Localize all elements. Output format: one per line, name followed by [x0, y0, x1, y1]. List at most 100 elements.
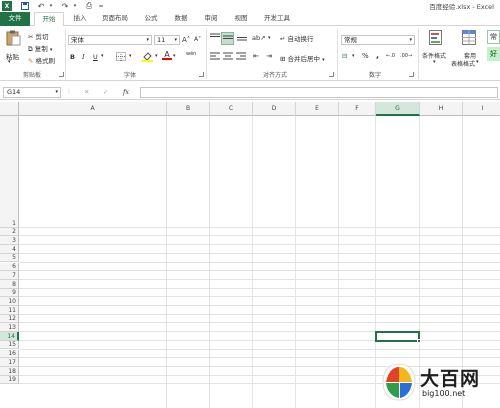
font-size-select[interactable]: 11 ▾ [154, 35, 180, 45]
column-header[interactable]: C [210, 102, 253, 116]
tab-developer[interactable]: 开发工具 [258, 12, 296, 26]
redo-icon[interactable]: ↷ [60, 1, 70, 11]
style-normal-cell[interactable]: 常 [487, 30, 500, 44]
enter-icon[interactable]: ✓ [103, 88, 108, 96]
customize-qat-icon[interactable]: = [98, 1, 104, 11]
format-as-table-dropdown-icon[interactable]: ▾ [476, 59, 479, 65]
conditional-format-icon[interactable] [428, 30, 444, 48]
middle-align-icon[interactable] [221, 32, 234, 45]
font-launcher-icon[interactable] [199, 72, 204, 77]
accounting-dropdown-icon[interactable]: ▾ [352, 53, 355, 59]
clipboard-launcher-icon[interactable] [59, 72, 64, 77]
wrap-text-button[interactable]: ↵ 自动换行 [280, 33, 314, 43]
fill-color-icon[interactable] [141, 51, 153, 63]
tab-file[interactable]: 文件 [0, 12, 30, 26]
align-left-icon[interactable] [209, 52, 221, 62]
undo-dropdown-icon[interactable]: ▾ [48, 1, 54, 11]
tab-home[interactable]: 开始 [34, 12, 64, 27]
shrink-font-button[interactable]: A˅ [194, 36, 201, 43]
borders-icon[interactable] [115, 52, 127, 62]
grow-font-button[interactable]: A˄ [182, 36, 190, 44]
row-header[interactable]: 1 [0, 116, 19, 228]
row-header[interactable]: 19 [0, 375, 19, 385]
paste-icon[interactable] [4, 30, 22, 46]
merge-center-button[interactable]: ⊞ 合并后居中 ▾ [280, 53, 325, 63]
tab-insert[interactable]: 插入 [67, 12, 93, 26]
select-all-corner[interactable] [0, 102, 19, 116]
alignment-launcher-icon[interactable] [329, 72, 334, 77]
format-as-table-label-2[interactable]: 表格格式 [451, 59, 475, 68]
italic-button[interactable]: I [82, 53, 85, 61]
row-header[interactable]: 4 [0, 245, 19, 254]
column-header[interactable]: H [420, 102, 463, 116]
column-header[interactable]: E [296, 102, 339, 116]
borders-dropdown-icon[interactable]: ▾ [129, 53, 132, 59]
increase-decimal-icon[interactable]: ←.0 [386, 53, 395, 59]
phonetic-guide-button[interactable]: wén [186, 51, 196, 57]
underline-dropdown-icon[interactable]: ▾ [101, 53, 104, 59]
redo-dropdown-icon[interactable]: ▾ [72, 1, 78, 11]
column-header[interactable]: F [339, 102, 376, 116]
format-painter-button[interactable]: ✎ 格式刷 [28, 55, 55, 65]
name-box[interactable]: G14 ▾ [3, 87, 61, 98]
row-header[interactable]: 5 [0, 253, 19, 263]
tab-review[interactable]: 审阅 [198, 12, 224, 26]
column-header[interactable]: B [167, 102, 210, 116]
font-color-dropdown-icon[interactable]: ▾ [173, 53, 176, 59]
row-header[interactable]: 17 [0, 358, 19, 367]
row-header[interactable]: 18 [0, 366, 19, 376]
number-format-select[interactable]: 常规 ▾ [341, 35, 415, 45]
orientation-dropdown-icon[interactable]: ▾ [268, 35, 271, 41]
row-header[interactable]: 12 [0, 314, 19, 324]
formula-input[interactable] [140, 87, 498, 98]
row-header[interactable]: 14 [0, 332, 19, 341]
fill-color-dropdown-icon[interactable]: ▾ [155, 53, 158, 59]
undo-icon[interactable]: ↶ [36, 1, 46, 11]
cut-button[interactable]: ✂ 剪切 [28, 31, 49, 41]
number-launcher-icon[interactable] [409, 72, 414, 77]
row-header[interactable]: 8 [0, 279, 19, 289]
font-color-icon[interactable]: A [162, 50, 172, 63]
row-header[interactable]: 7 [0, 271, 19, 280]
column-header[interactable]: G [376, 102, 420, 116]
row-header[interactable]: 11 [0, 306, 19, 315]
active-cell[interactable] [375, 331, 420, 342]
tab-page-layout[interactable]: 页面布局 [96, 12, 134, 26]
percent-button[interactable]: % [362, 52, 369, 60]
decrease-indent-icon[interactable]: ⇤ [250, 52, 262, 62]
column-header[interactable]: A [19, 102, 167, 116]
align-center-icon[interactable] [222, 52, 234, 62]
tab-formulas[interactable]: 公式 [138, 12, 164, 26]
insert-function-icon[interactable]: fx [123, 88, 129, 96]
font-name-select[interactable]: 宋体 ▾ [68, 35, 152, 45]
copy-button[interactable]: ⧉ 复制 ▾ [28, 43, 52, 54]
style-good-cell[interactable]: 好 [487, 47, 500, 61]
row-header[interactable]: 10 [0, 297, 19, 306]
row-header[interactable]: 2 [0, 227, 19, 237]
column-header[interactable]: I [463, 102, 500, 116]
align-right-icon[interactable] [235, 52, 247, 62]
paste-dropdown-icon[interactable]: ▾ [8, 59, 11, 65]
comma-button[interactable]: , [376, 51, 379, 60]
conditional-format-dropdown-icon[interactable]: ▾ [433, 59, 436, 65]
format-as-table-icon[interactable] [461, 30, 477, 48]
row-header[interactable]: 6 [0, 262, 19, 272]
accounting-format-icon[interactable]: ⊟ [342, 52, 347, 60]
cancel-icon[interactable]: ✕ [84, 88, 89, 96]
orientation-icon[interactable]: ab↗ [252, 34, 266, 42]
print-preview-icon[interactable]: ⎙ [84, 1, 94, 11]
bottom-align-icon[interactable] [236, 33, 248, 44]
row-header[interactable]: 3 [0, 236, 19, 246]
decrease-decimal-icon[interactable]: .00→ [400, 53, 412, 59]
row-header[interactable]: 13 [0, 323, 19, 333]
underline-button[interactable]: U [93, 53, 98, 61]
bold-button[interactable]: B [70, 53, 75, 61]
tab-view[interactable]: 视图 [228, 12, 254, 26]
top-align-icon[interactable] [209, 33, 221, 44]
column-header[interactable]: D [253, 102, 296, 116]
row-header[interactable]: 9 [0, 288, 19, 298]
row-header[interactable]: 16 [0, 349, 19, 359]
fill-handle[interactable] [417, 338, 421, 343]
row-header[interactable]: 15 [0, 340, 19, 350]
save-icon[interactable] [20, 1, 30, 11]
